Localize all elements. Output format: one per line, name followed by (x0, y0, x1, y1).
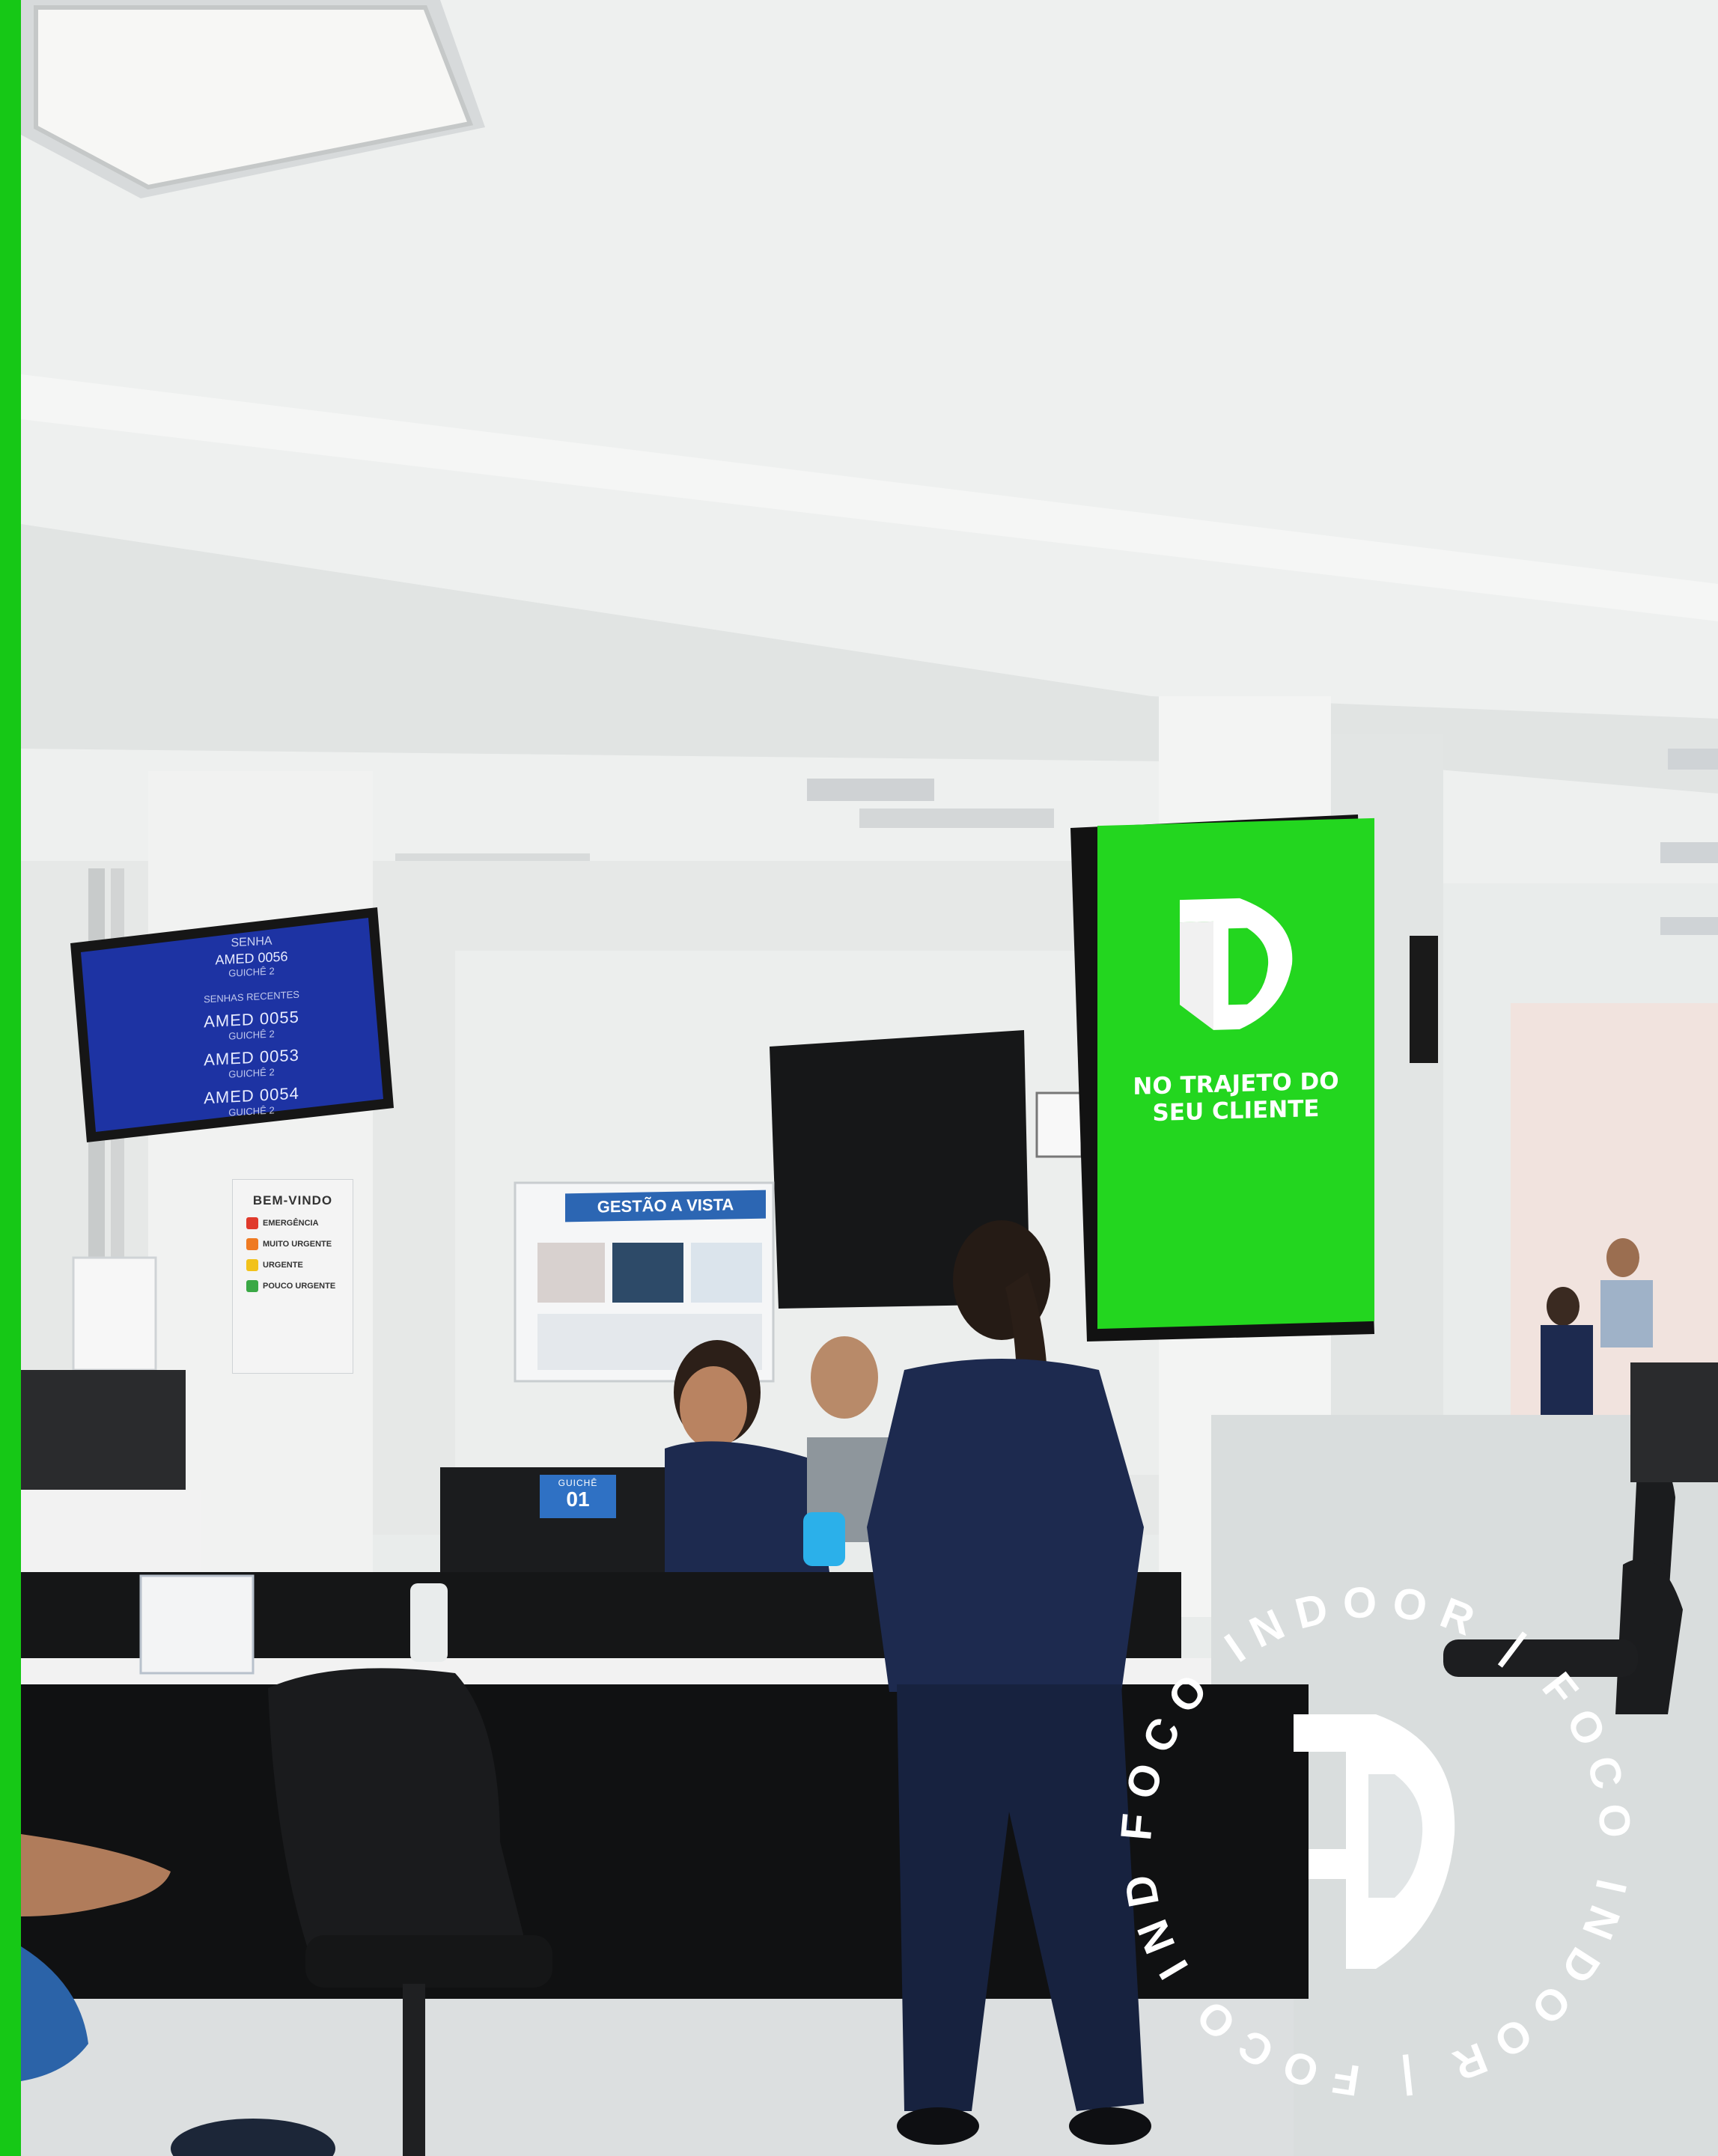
hand-sanitizer (410, 1583, 448, 1662)
ceiling-light (1668, 749, 1718, 770)
level-color-icon (246, 1280, 258, 1292)
board-chart (612, 1243, 683, 1303)
man-seated-face (811, 1336, 878, 1419)
reception-scene: SENHA AMED 0056 GUICHÊ 2 SENHAS RECENTES… (21, 0, 1718, 2156)
desk-sign: GUICHÊ 01 (540, 1475, 616, 1518)
poster-level-label: EMERGÊNCIA (263, 1219, 319, 1228)
level-color-icon (246, 1238, 258, 1250)
corridor-person-head (1547, 1287, 1580, 1326)
corridor-person-scrubs (1541, 1325, 1593, 1415)
poster-level-label: URGENTE (263, 1261, 303, 1270)
ceiling-light (807, 779, 934, 801)
printer-base (21, 1490, 201, 1572)
staff-face (680, 1366, 747, 1449)
printer (21, 1370, 186, 1497)
poster-level: URGENTE (246, 1259, 353, 1271)
queue-monitor-display: SENHA AMED 0056 GUICHÊ 2 SENHAS RECENTES… (97, 910, 406, 1137)
desk-sign-label: GUICHÊ (558, 1478, 598, 1488)
foco-indoor-logo-icon (1294, 1714, 1455, 1969)
office-chair-post (403, 1984, 425, 2156)
gestao-board-title: GESTÃO A VISTA (565, 1190, 766, 1222)
office-chair-seat (305, 1935, 552, 1988)
board-chart (691, 1243, 762, 1303)
corridor-person-shirt (1600, 1280, 1653, 1348)
small-wall-sign (1035, 1091, 1083, 1158)
ceiling-light (1660, 842, 1718, 863)
poster-level-label: POUCO URGENTE (263, 1282, 336, 1291)
poster-title: BEM-VINDO (252, 1193, 333, 1208)
poster-level: MUITO URGENTE (246, 1238, 353, 1250)
electric-panel (72, 1256, 157, 1371)
wall-speaker (1410, 936, 1438, 1063)
board-chart (537, 1243, 605, 1303)
brand-green-bar (0, 0, 21, 2156)
corridor-desk (1630, 1362, 1718, 1482)
ad-tagline: NO TRAJETO DO SEU CLIENTE (1101, 1067, 1371, 1128)
foco-indoor-watermark: FOCO INDOOR | FOCO INDOOR | FOCO INDOOR … (1084, 1542, 1627, 2105)
ad-screen: NO TRAJETO DO SEU CLIENTE (1097, 817, 1374, 1330)
level-color-icon (246, 1217, 258, 1229)
poster-level-label: MUITO URGENTE (263, 1240, 332, 1249)
welcome-poster: BEM-VINDO EMERGÊNCIA MUITO URGENTE URGEN… (232, 1179, 353, 1374)
ceiling-light (859, 808, 1054, 828)
level-color-icon (246, 1259, 258, 1271)
corridor-person-face (1606, 1238, 1639, 1277)
poster-level: POUCO URGENTE (246, 1280, 353, 1292)
photo-stage: SENHA AMED 0056 GUICHÊ 2 SENHAS RECENTES… (0, 0, 1718, 2156)
foco-indoor-logo-icon (1180, 898, 1293, 1030)
shoe (897, 2107, 979, 2145)
ceiling-light (1660, 917, 1718, 935)
poster-level: EMERGÊNCIA (246, 1217, 353, 1229)
desk-sign-number: 01 (566, 1487, 590, 1511)
counter-card-holder (139, 1574, 255, 1675)
water-bottle (803, 1512, 845, 1566)
